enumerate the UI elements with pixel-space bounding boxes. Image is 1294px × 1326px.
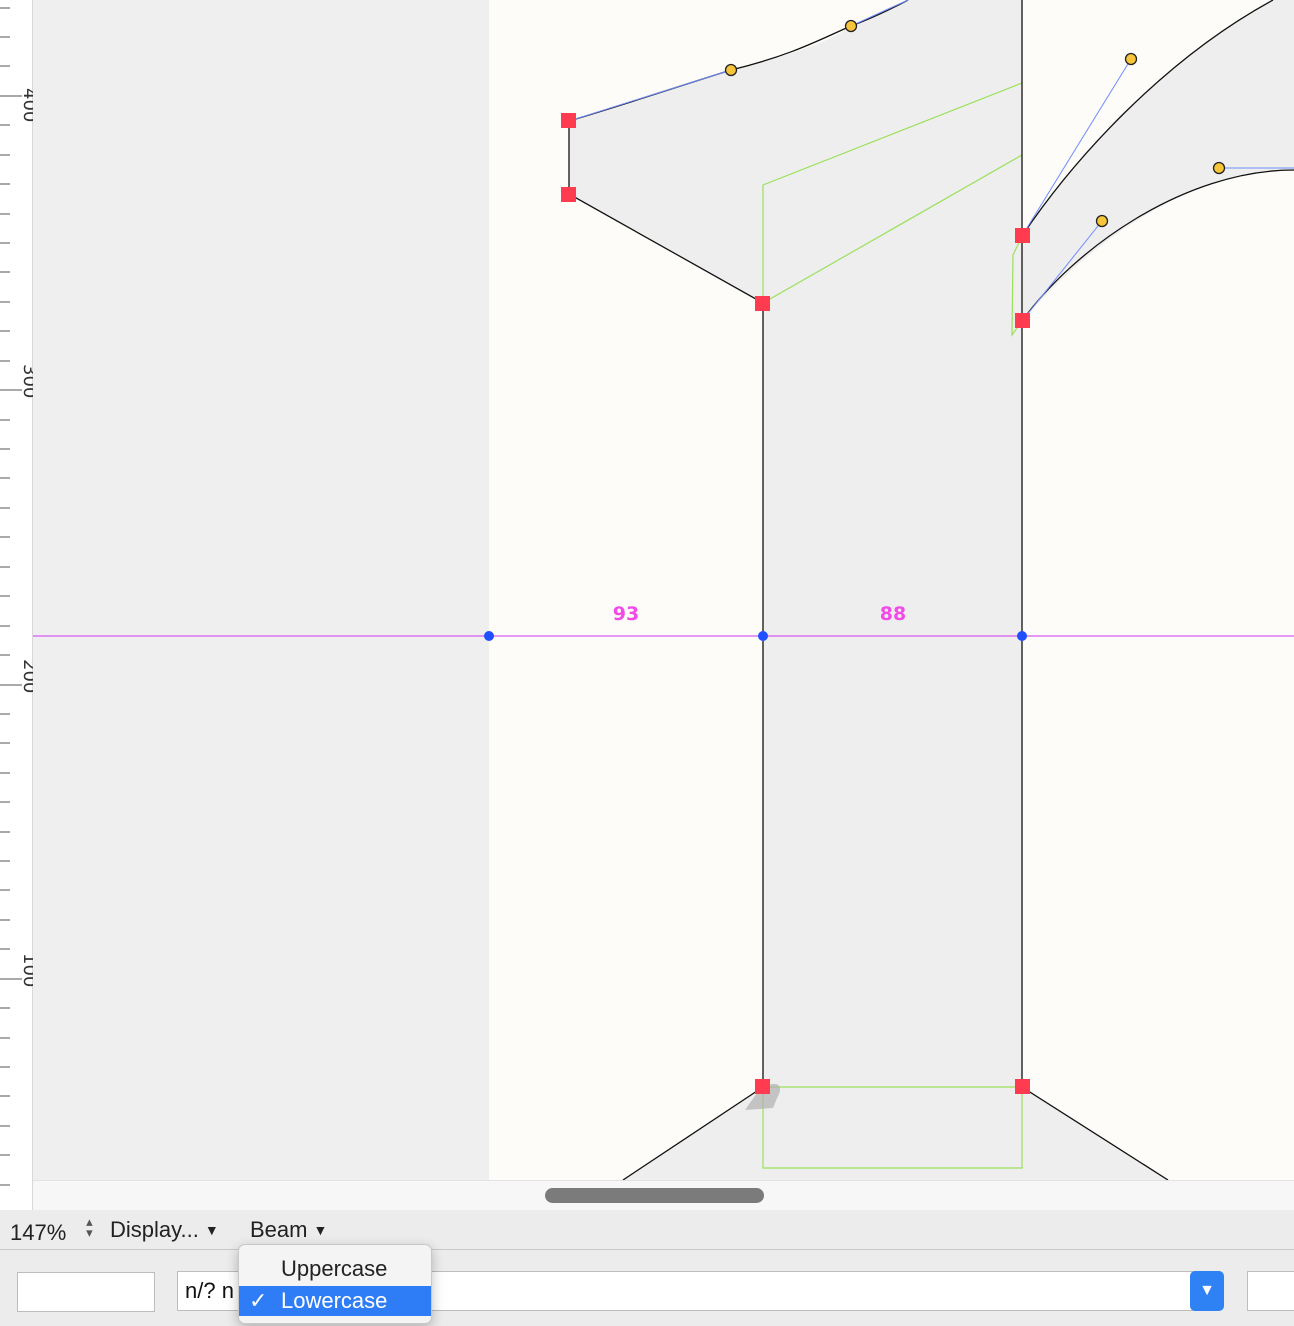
- measure-point: [758, 631, 768, 641]
- display-menu-button[interactable]: Display... ▼: [110, 1216, 219, 1244]
- chevron-down-icon: ▼: [204, 1222, 219, 1238]
- horizontal-scrollbar[interactable]: [33, 1180, 1294, 1210]
- horizontal-scrollbar-thumb[interactable]: [545, 1188, 764, 1203]
- on-curve-point[interactable]: [561, 187, 576, 202]
- measurement-label: 93: [613, 603, 639, 625]
- on-curve-point[interactable]: [561, 113, 576, 128]
- status-bar: 147% ▴ ▾ Display... ▼ Beam ▼: [0, 1210, 1294, 1250]
- zoom-control[interactable]: 147% ▴ ▾: [10, 1215, 96, 1245]
- stepper-icon[interactable]: ▴ ▾: [82, 1215, 96, 1239]
- combo-dropdown-button[interactable]: ▼: [1190, 1271, 1224, 1311]
- measure-point: [484, 631, 494, 641]
- on-curve-point[interactable]: [755, 296, 770, 311]
- tool-menu-label: Beam: [250, 1217, 308, 1242]
- on-curve-point[interactable]: [755, 1079, 770, 1094]
- ruler-label-200: 200: [19, 659, 33, 693]
- menu-item-lowercase[interactable]: ✓ Lowercase: [239, 1286, 431, 1316]
- on-curve-point[interactable]: [1015, 1079, 1030, 1094]
- chevron-down-icon: ▼: [1199, 1282, 1215, 1299]
- left-input-field[interactable]: [17, 1272, 155, 1312]
- ruler-label-400: 400: [19, 88, 33, 122]
- checkmark-icon: ✓: [249, 1288, 268, 1313]
- glyph-edit-canvas[interactable]: 93 88: [33, 0, 1294, 1180]
- display-menu-label: Display...: [110, 1217, 199, 1242]
- off-curve-point[interactable]: [724, 63, 738, 77]
- ruler-label-300: 300: [19, 364, 33, 398]
- ruler-label-100: 100: [19, 953, 33, 987]
- zoom-level: 147%: [10, 1220, 67, 1245]
- measurement-label: 88: [880, 603, 906, 625]
- menu-item-label: Uppercase: [281, 1256, 388, 1281]
- menu-item-label: Lowercase: [281, 1288, 388, 1313]
- menu-item-uppercase[interactable]: Uppercase: [239, 1254, 431, 1284]
- off-curve-point[interactable]: [844, 19, 858, 33]
- measure-point: [1017, 631, 1027, 641]
- right-input-field[interactable]: [1247, 1271, 1294, 1311]
- vertical-ruler: 400 300 200 100: [0, 0, 40, 1210]
- off-curve-point[interactable]: [1124, 52, 1138, 66]
- tool-menu-button[interactable]: Beam ▼: [250, 1216, 327, 1244]
- chevron-down-icon: ▼: [313, 1222, 328, 1238]
- on-curve-point[interactable]: [1015, 228, 1030, 243]
- case-popup-menu: Uppercase ✓ Lowercase: [238, 1244, 432, 1324]
- off-curve-point[interactable]: [1095, 214, 1109, 228]
- on-curve-point[interactable]: [1015, 313, 1030, 328]
- off-curve-point[interactable]: [1212, 161, 1226, 175]
